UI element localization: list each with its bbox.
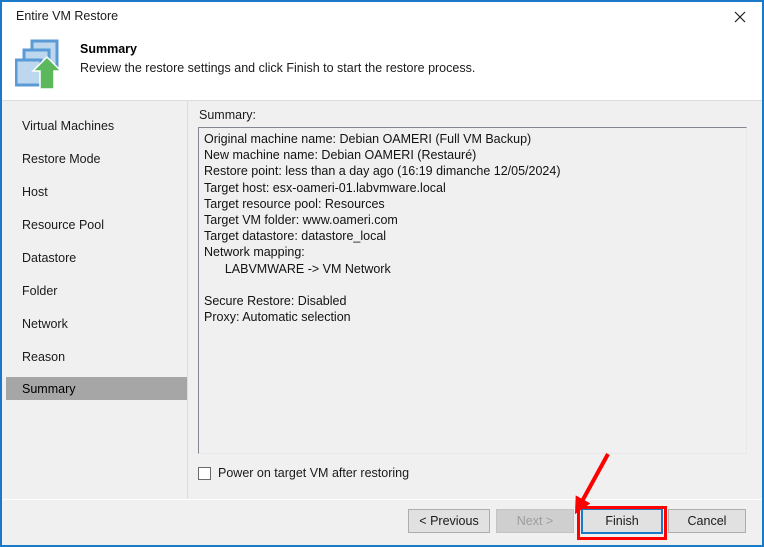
sidebar-item-label: Datastore	[22, 250, 77, 265]
cancel-button[interactable]: Cancel	[668, 509, 746, 533]
dialog-footer: < Previous Next > Finish Cancel	[2, 499, 762, 545]
dialog-body: Virtual Machines Restore Mode Host Resou…	[2, 101, 762, 499]
summary-label: Summary:	[199, 108, 256, 122]
sidebar-item-label: Network	[22, 316, 68, 331]
window-title: Entire VM Restore	[16, 9, 119, 23]
sidebar-item-label: Restore Mode	[22, 151, 101, 166]
checkbox-box[interactable]	[198, 466, 211, 480]
wizard-steps-sidebar: Virtual Machines Restore Mode Host Resou…	[2, 101, 188, 499]
sidebar-item-label: Summary	[22, 381, 76, 396]
dialog-window: Entire VM Restore Summary Review the res…	[0, 0, 764, 547]
sidebar-item-label: Resource Pool	[22, 217, 104, 232]
sidebar-item-label: Virtual Machines	[22, 118, 115, 133]
close-glyph	[734, 11, 746, 23]
sidebar-item-host[interactable]: Host	[6, 180, 187, 203]
vm-restore-icon	[14, 39, 71, 94]
sidebar-item-restore-mode[interactable]: Restore Mode	[6, 147, 187, 170]
sidebar-item-network[interactable]: Network	[6, 312, 187, 335]
sidebar-item-label: Folder	[22, 283, 58, 298]
sidebar-item-datastore[interactable]: Datastore	[6, 246, 187, 269]
summary-content: Original machine name: Debian OAMERI (Fu…	[204, 132, 561, 325]
dialog-header: Summary Review the restore settings and …	[2, 34, 762, 100]
sidebar-item-summary[interactable]: Summary	[6, 377, 187, 400]
summary-panel: Summary: Original machine name: Debian O…	[188, 101, 762, 499]
checkbox-label: Power on target VM after restoring	[218, 466, 410, 480]
page-title: Summary	[80, 42, 137, 56]
sidebar-item-reason[interactable]: Reason	[6, 345, 187, 368]
next-button: Next >	[496, 509, 574, 533]
summary-textbox[interactable]: Original machine name: Debian OAMERI (Fu…	[198, 127, 747, 454]
sidebar-item-resource-pool[interactable]: Resource Pool	[6, 213, 187, 236]
close-icon[interactable]	[718, 2, 762, 32]
title-bar: Entire VM Restore	[2, 2, 762, 34]
sidebar-item-label: Host	[22, 184, 48, 199]
sidebar-item-folder[interactable]: Folder	[6, 279, 187, 302]
sidebar-item-virtual-machines[interactable]: Virtual Machines	[6, 114, 187, 137]
previous-button[interactable]: < Previous	[408, 509, 490, 533]
finish-button[interactable]: Finish	[581, 508, 663, 534]
power-on-checkbox[interactable]: Power on target VM after restoring	[198, 466, 409, 480]
page-subtitle: Review the restore settings and click Fi…	[80, 61, 476, 75]
sidebar-item-label: Reason	[22, 349, 66, 364]
vm-restore-glyph	[14, 39, 63, 90]
